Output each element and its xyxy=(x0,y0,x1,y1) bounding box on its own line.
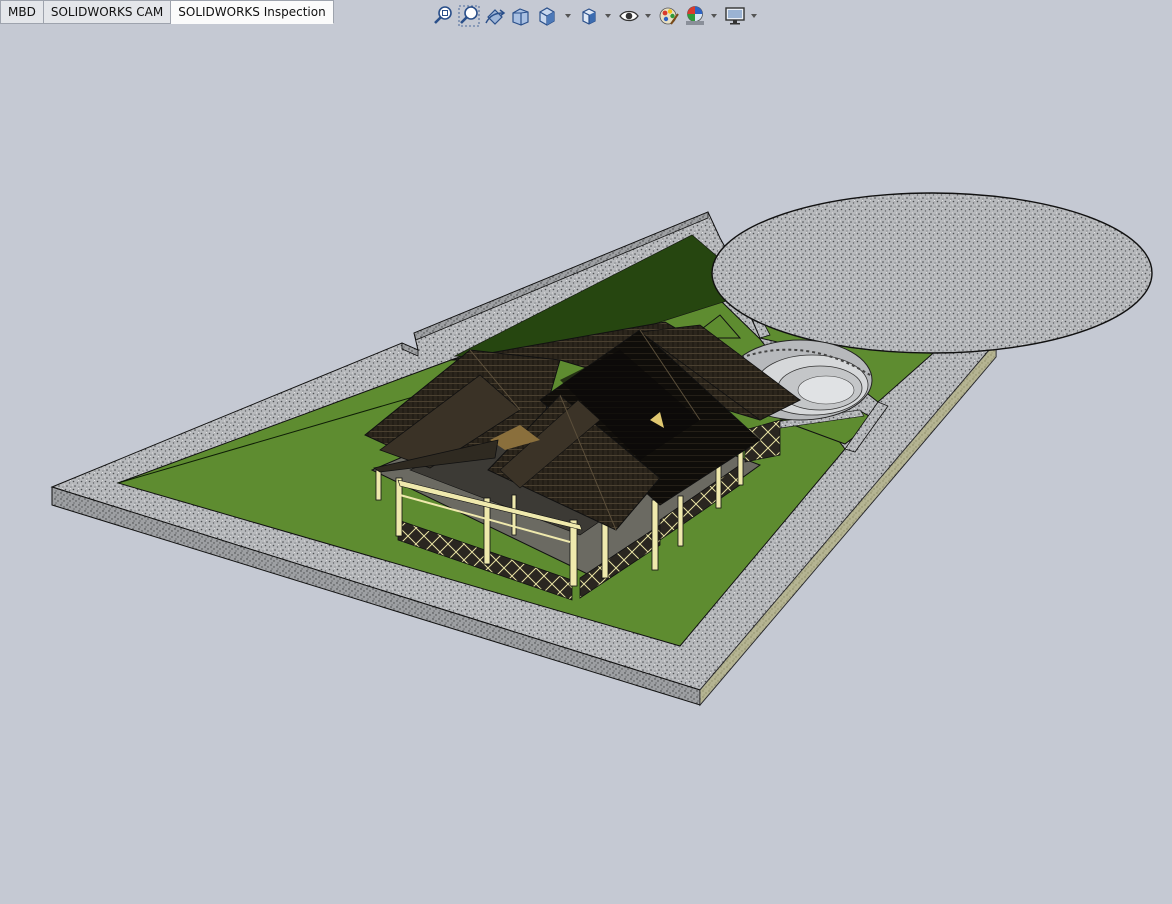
command-manager-tabs: MBD SOLIDWORKS CAM SOLIDWORKS Inspection xyxy=(0,0,334,24)
previous-view-icon[interactable] xyxy=(484,5,506,27)
ground-plate xyxy=(50,211,997,707)
view-settings-dropdown-icon[interactable] xyxy=(750,12,758,20)
zoom-to-area-icon[interactable] xyxy=(458,5,480,27)
house xyxy=(364,321,802,601)
apply-scene-dropdown-icon[interactable] xyxy=(710,12,718,20)
tab-solidworks-cam[interactable]: SOLIDWORKS CAM xyxy=(43,0,172,24)
lawn xyxy=(116,234,950,647)
hide-show-dropdown-icon[interactable] xyxy=(644,12,652,20)
view-settings-icon[interactable] xyxy=(724,5,746,27)
display-style-dropdown-icon[interactable] xyxy=(604,12,612,20)
walkways xyxy=(734,277,889,453)
section-view-icon[interactable] xyxy=(510,5,532,27)
round-plaza xyxy=(711,192,1153,354)
display-style-icon[interactable] xyxy=(578,5,600,27)
hide-show-items-icon[interactable] xyxy=(618,5,640,27)
graphics-area[interactable] xyxy=(0,0,1172,904)
circular-terrace xyxy=(727,339,873,421)
tab-mbd[interactable]: MBD xyxy=(0,0,44,24)
view-orientation-icon[interactable] xyxy=(536,5,558,27)
edit-appearance-icon[interactable] xyxy=(658,5,680,27)
apply-scene-icon[interactable] xyxy=(684,5,706,27)
tab-solidworks-inspection[interactable]: SOLIDWORKS Inspection xyxy=(171,0,334,24)
view-orientation-dropdown-icon[interactable] xyxy=(564,12,572,20)
zoom-to-fit-icon[interactable] xyxy=(432,5,454,27)
